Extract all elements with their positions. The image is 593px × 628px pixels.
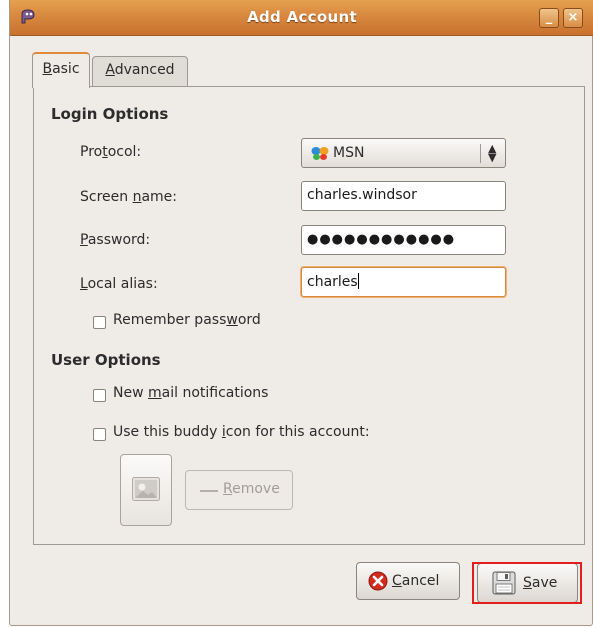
- remove-label: Remove: [223, 481, 280, 497]
- cancel-icon: [368, 571, 388, 591]
- remember-password-checkbox[interactable]: [93, 316, 106, 329]
- local-alias-label-mnemonic: L: [80, 276, 88, 292]
- msn-butterfly-icon: [311, 147, 329, 160]
- minimize-button[interactable]: _: [539, 8, 559, 28]
- cancel-button[interactable]: Cancel: [356, 562, 460, 600]
- buddy-icon-label-pre: Use this buddy: [113, 424, 222, 440]
- remove-icon-button[interactable]: Remove: [185, 470, 293, 510]
- local-alias-label: Local alias:: [80, 276, 158, 292]
- remember-password-label-mnemonic: w: [226, 312, 238, 328]
- password-label: Password:: [80, 232, 150, 248]
- minus-icon: [200, 490, 218, 492]
- tab-advanced-mnemonic: A: [105, 62, 115, 78]
- buddy-icon-picker-button[interactable]: [120, 454, 172, 526]
- local-alias-value: charles: [307, 274, 358, 290]
- tab-advanced[interactable]: Advanced: [92, 56, 188, 87]
- text-caret: [357, 273, 359, 289]
- login-options-heading: Login Options: [51, 105, 169, 123]
- save-label-mnemonic: S: [523, 575, 532, 591]
- protocol-combobox[interactable]: MSN ▲ ▼: [301, 138, 506, 168]
- remember-password-label-pre: Remember pass: [113, 312, 227, 328]
- new-mail-label-mnemonic: m: [148, 385, 162, 401]
- buddy-icon-label[interactable]: Use this buddy icon for this account:: [113, 424, 370, 440]
- title-bar[interactable]: Add Account _ ×: [10, 0, 593, 36]
- window-title: Add Account: [247, 8, 357, 26]
- remove-label-post: emove: [232, 481, 280, 497]
- new-mail-checkbox[interactable]: [93, 389, 106, 402]
- buddy-icon-checkbox[interactable]: [93, 428, 106, 441]
- new-mail-label[interactable]: New mail notifications: [113, 385, 268, 401]
- basic-tab-panel: Login Options Protocol: MSN ▲ ▼ Screen na…: [33, 86, 585, 545]
- combo-arrows-icon: ▲ ▼: [488, 142, 497, 164]
- protocol-label: Protocol:: [80, 144, 141, 160]
- image-placeholder-icon: [132, 477, 160, 501]
- protocol-label-post: ocol:: [107, 144, 142, 160]
- protocol-label-pre: Pro: [80, 144, 103, 160]
- floppy-disk-icon: [492, 571, 516, 595]
- new-mail-label-pre: New: [113, 385, 148, 401]
- cancel-label: Cancel: [392, 573, 439, 589]
- tab-basic-mnemonic: B: [42, 61, 53, 77]
- buddy-icon-label-post: con for this account:: [225, 424, 370, 440]
- protocol-value: MSN: [333, 145, 365, 161]
- combo-separator: [480, 144, 481, 163]
- save-label-post: ave: [531, 575, 558, 591]
- local-alias-input[interactable]: charles: [301, 267, 506, 297]
- tab-advanced-label: dvanced: [114, 62, 175, 78]
- local-alias-label-post: ocal alias:: [87, 276, 158, 292]
- cancel-label-post: ancel: [401, 573, 440, 589]
- remember-password-label-post: ord: [237, 312, 261, 328]
- screen-name-label: Screen name:: [80, 189, 177, 205]
- password-label-mnemonic: P: [80, 232, 88, 248]
- save-label: Save: [523, 575, 557, 591]
- tab-basic-label: asic: [52, 61, 80, 77]
- screen-name-label-post: ame:: [141, 189, 178, 205]
- remember-password-label[interactable]: Remember password: [113, 312, 261, 328]
- cancel-label-mnemonic: C: [392, 573, 402, 589]
- password-label-post: assword:: [87, 232, 151, 248]
- save-button[interactable]: Save: [477, 563, 578, 603]
- user-options-heading: User Options: [51, 351, 161, 369]
- close-button[interactable]: ×: [563, 8, 583, 28]
- tab-basic[interactable]: Basic: [32, 52, 90, 88]
- new-mail-label-post: ail notifications: [161, 385, 269, 401]
- screen-name-label-pre: Screen: [80, 189, 133, 205]
- screen-name-input[interactable]: charles.windsor: [301, 181, 506, 211]
- remove-label-mnemonic: R: [223, 481, 233, 497]
- password-input[interactable]: ●●●●●●●●●●●●: [301, 225, 506, 255]
- add-account-dialog: Add Account _ × Basic Advanced Login Opt…: [9, 0, 593, 626]
